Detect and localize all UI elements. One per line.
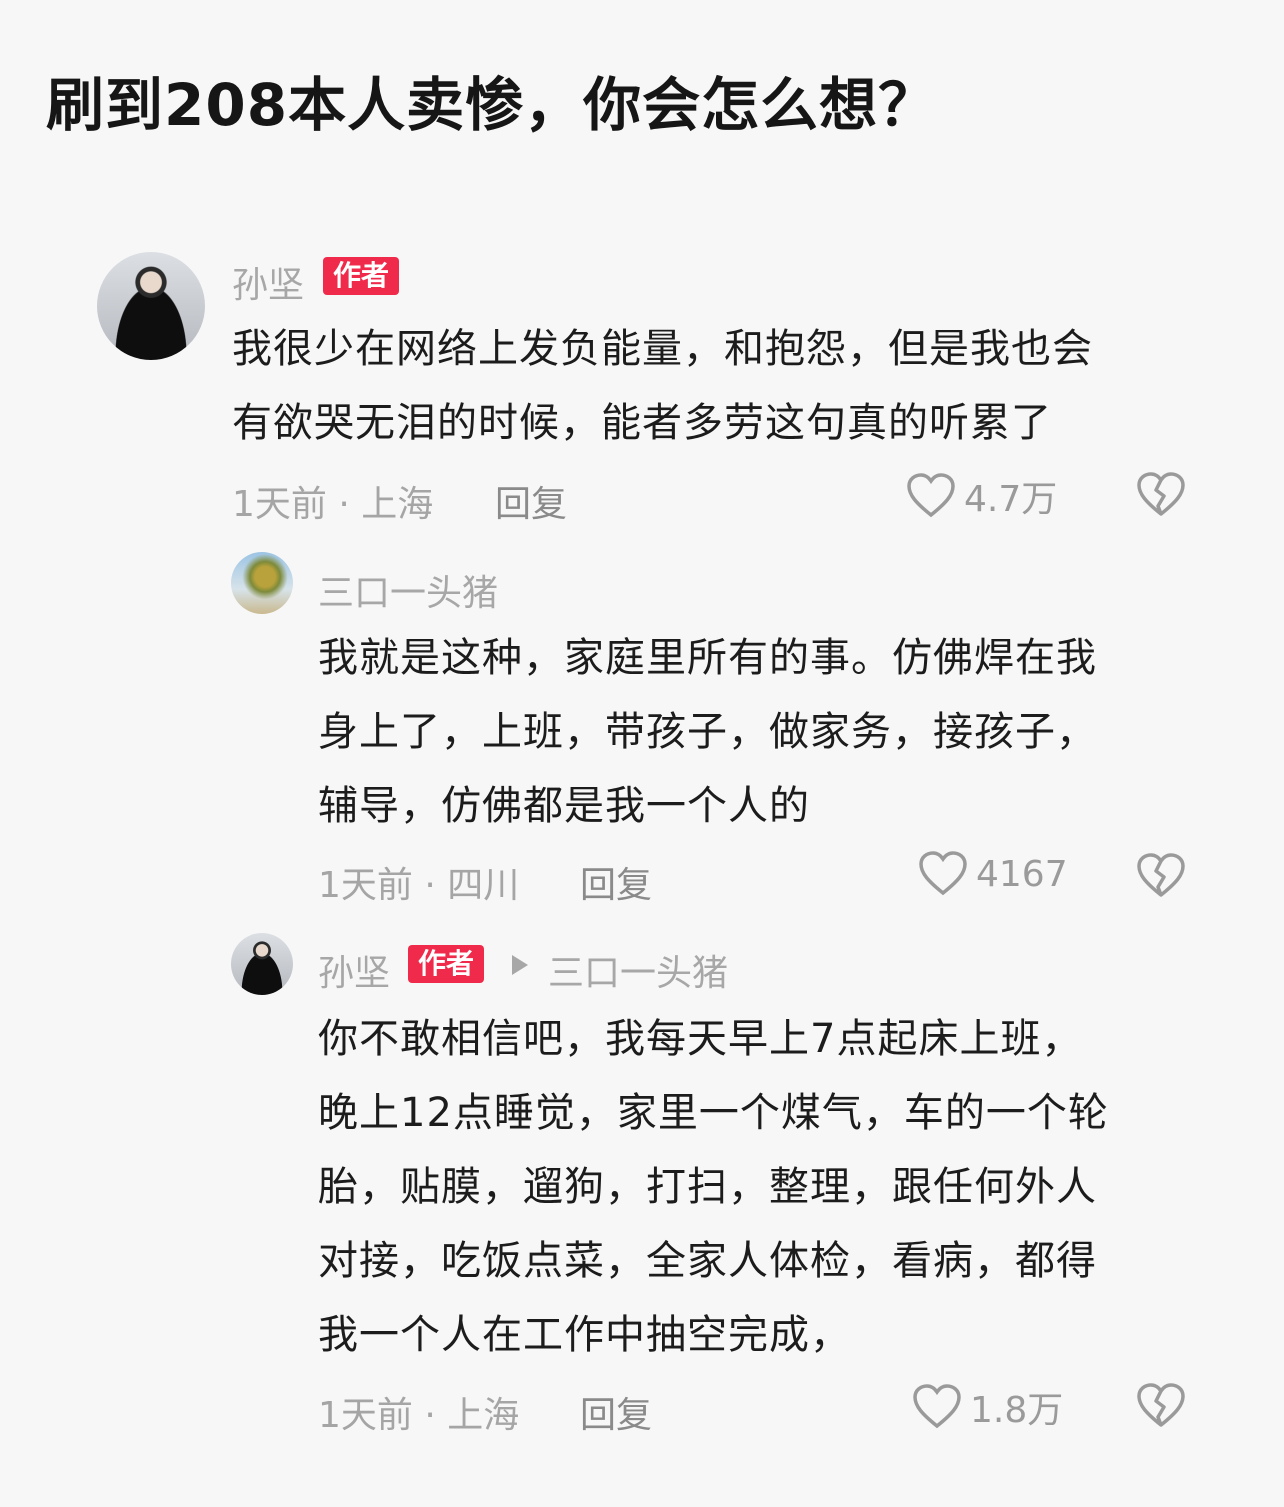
- like-count: 4.7万: [964, 479, 1058, 520]
- comment-meta: 1天前 · 四川: [318, 865, 520, 906]
- author-badge: 作者: [408, 945, 485, 983]
- comment-meta: 1天前 · 上海: [318, 1395, 520, 1436]
- like-button[interactable]: 1.8万: [912, 1381, 1063, 1433]
- comment-line: 身上了，上班，带孩子，做家务，接孩子，: [318, 709, 1097, 755]
- avatar[interactable]: [231, 933, 293, 995]
- comment-line: 辅导，仿佛都是我一个人的: [318, 783, 810, 829]
- avatar[interactable]: [231, 552, 293, 614]
- comment-meta: 1天前 · 上海: [232, 484, 434, 525]
- comment-line: 对接，吃饭点菜，全家人体检，看病，都得: [318, 1238, 1097, 1284]
- comment-line: 晚上12点睡觉，家里一个煤气，车的一个轮: [318, 1090, 1109, 1136]
- broken-heart-icon[interactable]: [1136, 1383, 1186, 1429]
- comment-line: 有欲哭无泪的时候，能者多劳这句真的听累了: [232, 400, 1052, 446]
- comment-username[interactable]: 孙坚: [232, 256, 304, 308]
- author-badge: 作者: [323, 257, 400, 295]
- broken-heart-icon[interactable]: [1136, 853, 1186, 899]
- like-button[interactable]: 4167: [918, 851, 1068, 897]
- reply-button[interactable]: 回复: [580, 856, 652, 908]
- comment-line: 我就是这种，家庭里所有的事。仿佛焊在我: [318, 635, 1097, 681]
- like-button[interactable]: 4.7万: [906, 470, 1057, 522]
- like-count: 4167: [976, 853, 1068, 895]
- heart-icon: [906, 473, 956, 519]
- comment-username[interactable]: 孙坚: [318, 944, 390, 996]
- reply-button[interactable]: 回复: [495, 475, 567, 527]
- page-title: 刷到208本人卖惨，你会怎么想？: [46, 71, 938, 139]
- comment-line: 胎，贴膜，遛狗，打扫，整理，跟任何外人: [318, 1164, 1097, 1210]
- reply-button[interactable]: 回复: [580, 1386, 652, 1438]
- comment-text: 你不敢相信吧，我每天早上7点起床上班， 晚上12点睡觉，家里一个煤气，车的一个轮…: [318, 1002, 1109, 1372]
- heart-icon: [918, 851, 968, 897]
- comment-username[interactable]: 三口一头猪: [318, 564, 498, 616]
- comment-line: 我一个人在工作中抽空完成，: [318, 1312, 851, 1358]
- like-count: 1.8万: [970, 1390, 1064, 1431]
- avatar[interactable]: [97, 252, 205, 360]
- reply-to-username[interactable]: 三口一头猪: [548, 944, 728, 996]
- comment-text: 我很少在网络上发负能量，和抱怨，但是我也会 有欲哭无泪的时候，能者多劳这句真的听…: [232, 312, 1093, 460]
- broken-heart-icon[interactable]: [1136, 472, 1186, 518]
- comment-text: 我就是这种，家庭里所有的事。仿佛焊在我 身上了，上班，带孩子，做家务，接孩子， …: [318, 621, 1097, 843]
- heart-icon: [912, 1384, 962, 1430]
- comment-line: 你不敢相信吧，我每天早上7点起床上班，: [318, 1016, 1083, 1062]
- reply-arrow-icon: [512, 955, 528, 975]
- comment-line: 我很少在网络上发负能量，和抱怨，但是我也会: [232, 326, 1093, 372]
